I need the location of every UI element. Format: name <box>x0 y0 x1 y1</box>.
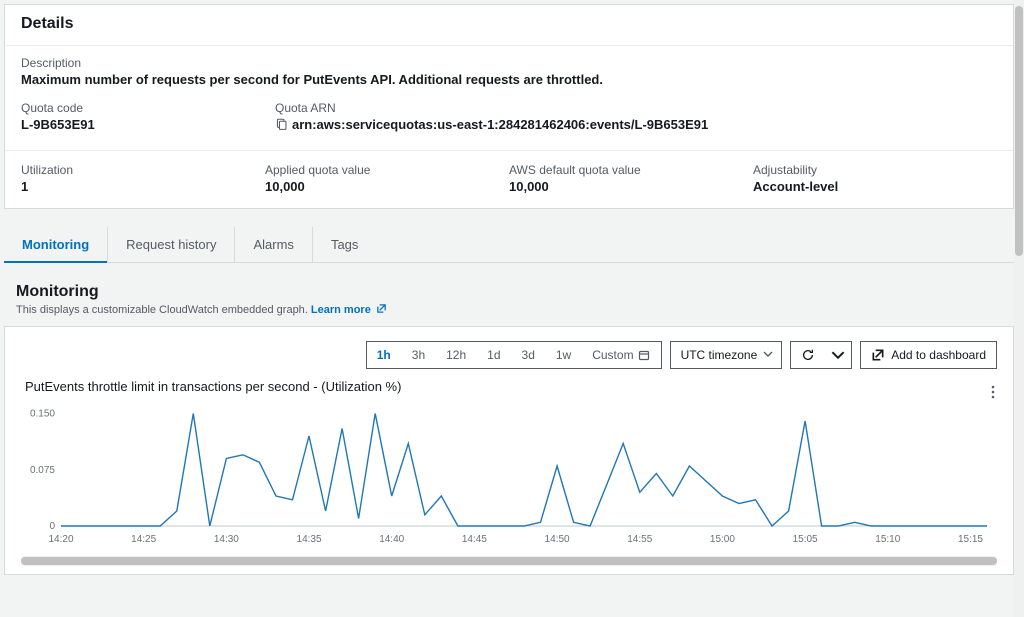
svg-text:15:10: 15:10 <box>875 534 900 545</box>
chart-menu-button[interactable] <box>991 385 995 402</box>
external-link-icon <box>871 348 885 362</box>
time-range-1d[interactable]: 1d <box>477 342 511 368</box>
timezone-select[interactable]: UTC timezone <box>670 341 783 369</box>
quota-arn-value: arn:aws:servicequotas:us-east-1:28428146… <box>275 117 997 132</box>
timezone-label: UTC timezone <box>681 348 758 362</box>
tab-monitoring[interactable]: Monitoring <box>4 227 108 262</box>
monitoring-subtitle-text: This displays a customizable CloudWatch … <box>16 304 311 316</box>
monitoring-panel: 1h3h12h1d3d1wCustom UTC timezone Add to … <box>4 326 1014 575</box>
svg-text:0.075: 0.075 <box>30 465 55 476</box>
time-range-3d[interactable]: 3d <box>512 342 546 368</box>
learn-more-link[interactable]: Learn more <box>311 304 387 316</box>
description-label: Description <box>21 56 997 70</box>
refresh-icon <box>801 348 815 362</box>
horizontal-scrollbar[interactable] <box>21 556 997 566</box>
svg-text:0.150: 0.150 <box>30 409 55 420</box>
time-range-group: 1h3h12h1d3d1wCustom <box>366 341 662 369</box>
refresh-button-group <box>790 341 852 369</box>
monitoring-heading: Monitoring <box>0 263 1024 303</box>
tab-alarms[interactable]: Alarms <box>235 227 312 262</box>
default-quota-value: 10,000 <box>509 179 753 194</box>
svg-text:14:30: 14:30 <box>214 534 239 545</box>
calendar-icon <box>638 349 650 361</box>
svg-text:14:55: 14:55 <box>627 534 652 545</box>
svg-text:14:50: 14:50 <box>545 534 570 545</box>
time-range-12h[interactable]: 12h <box>436 342 477 368</box>
tab-request-history[interactable]: Request history <box>108 227 235 262</box>
quota-arn-label: Quota ARN <box>275 101 997 115</box>
tabs-bar: MonitoringRequest historyAlarmsTags <box>4 227 1014 263</box>
caret-down-icon <box>763 348 773 362</box>
description-value: Maximum number of requests per second fo… <box>21 72 997 87</box>
time-range-1w[interactable]: 1w <box>546 342 582 368</box>
chart: 0 0.075 0.150 14:20 14:25 14:30 14:35 14:40 14:4… <box>21 400 997 548</box>
svg-text:14:40: 14:40 <box>379 534 404 545</box>
svg-text:14:25: 14:25 <box>131 534 156 545</box>
svg-text:0: 0 <box>49 521 55 532</box>
svg-text:14:45: 14:45 <box>462 534 487 545</box>
tab-tags[interactable]: Tags <box>313 227 376 262</box>
svg-text:14:35: 14:35 <box>297 534 322 545</box>
details-heading: Details <box>5 5 1013 39</box>
svg-text:15:15: 15:15 <box>958 534 983 545</box>
time-range-custom[interactable]: Custom <box>582 342 660 368</box>
copy-icon[interactable] <box>275 118 288 131</box>
description-block: Description Maximum number of requests p… <box>5 46 1013 87</box>
refresh-button[interactable] <box>790 341 825 369</box>
horizontal-scroll-thumb[interactable] <box>21 557 997 565</box>
add-to-dashboard-label: Add to dashboard <box>891 348 986 362</box>
time-range-1h[interactable]: 1h <box>367 342 402 368</box>
monitoring-toolbar: 1h3h12h1d3d1wCustom UTC timezone Add to … <box>21 341 997 369</box>
utilization-value: 1 <box>21 179 265 194</box>
quota-arn-text: arn:aws:servicequotas:us-east-1:28428146… <box>292 117 708 132</box>
adjustability-value: Account-level <box>753 179 997 194</box>
vertical-scrollbar[interactable] <box>1014 0 1024 617</box>
chart-title: PutEvents throttle limit in transactions… <box>25 379 997 394</box>
vertical-scroll-thumb[interactable] <box>1015 6 1023 256</box>
details-panel: Details Description Maximum number of re… <box>4 4 1014 209</box>
applied-quota-value: 10,000 <box>265 179 509 194</box>
quota-code-value: L-9B653E91 <box>21 117 275 132</box>
svg-text:14:20: 14:20 <box>48 534 73 545</box>
default-quota-label: AWS default quota value <box>509 163 753 177</box>
refresh-options-button[interactable] <box>825 341 852 369</box>
svg-text:15:05: 15:05 <box>793 534 818 545</box>
add-to-dashboard-button[interactable]: Add to dashboard <box>860 341 997 369</box>
time-range-3h[interactable]: 3h <box>402 342 436 368</box>
learn-more-label: Learn more <box>311 304 371 316</box>
adjustability-label: Adjustability <box>753 163 997 177</box>
applied-quota-label: Applied quota value <box>265 163 509 177</box>
external-link-icon <box>376 303 387 314</box>
utilization-label: Utilization <box>21 163 265 177</box>
monitoring-subtitle: This displays a customizable CloudWatch … <box>0 303 1024 326</box>
caret-down-icon <box>831 348 845 362</box>
svg-text:15:00: 15:00 <box>710 534 735 545</box>
quota-code-label: Quota code <box>21 101 275 115</box>
